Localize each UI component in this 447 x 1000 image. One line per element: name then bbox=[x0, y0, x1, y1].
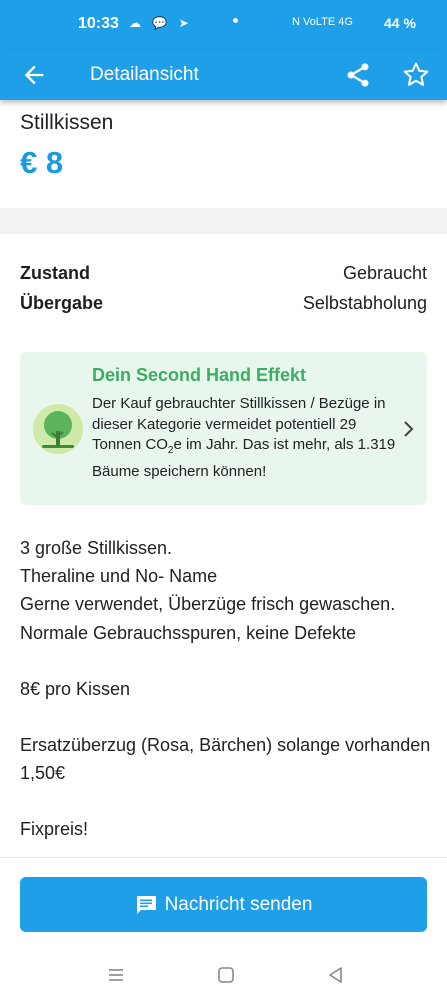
item-price: € 8 bbox=[20, 145, 64, 180]
description-paragraph: 8€ pro Kissen bbox=[20, 678, 131, 699]
share-icon[interactable] bbox=[344, 61, 372, 89]
send-message-button[interactable]: Nachricht senden bbox=[20, 877, 427, 932]
send-message-label: Nachricht senden bbox=[164, 893, 313, 915]
app-bar: Detailansicht bbox=[0, 50, 447, 100]
home-icon[interactable] bbox=[216, 965, 236, 985]
detail-value: Gebraucht bbox=[342, 263, 427, 283]
back-nav-icon[interactable] bbox=[326, 965, 346, 985]
description-paragraph: Fixpreis! bbox=[20, 819, 89, 840]
star-outline-icon[interactable] bbox=[401, 60, 431, 90]
recent-apps-icon[interactable] bbox=[106, 965, 126, 985]
detail-value: Selbstabholung bbox=[302, 293, 427, 313]
tree-icon bbox=[33, 404, 83, 454]
second-hand-effect-card[interactable]: Dein Second Hand Effekt Der Kauf gebrauc… bbox=[20, 352, 427, 505]
section-divider bbox=[0, 208, 447, 234]
detail-label: Übergabe bbox=[20, 293, 104, 313]
effect-text: Der Kauf gebrauchter Stillkissen / Bezüg… bbox=[92, 394, 397, 482]
effect-title: Dein Second Hand Effekt bbox=[92, 365, 307, 385]
chevron-right-icon bbox=[404, 421, 414, 437]
status-time: 10:33 bbox=[78, 15, 119, 32]
notification-dot-icon bbox=[233, 18, 238, 23]
notification-icons: ☁ 💬 ➤ bbox=[129, 16, 193, 30]
system-nav-bar bbox=[0, 957, 447, 1000]
message-icon bbox=[136, 895, 156, 914]
signal-icons: N VoLTE 4G bbox=[292, 16, 353, 28]
detail-label: Zustand bbox=[20, 263, 90, 283]
description-paragraph: 3 große Stillkissen. Theraline und No- N… bbox=[20, 538, 396, 643]
description-paragraph: Ersatzüberzug (Rosa, Bärchen) solange vo… bbox=[20, 735, 436, 784]
status-bar: 10:33 ☁ 💬 ➤ N VoLTE 4G 44 % bbox=[0, 0, 447, 50]
bottom-action-bar: Nachricht senden bbox=[0, 857, 447, 957]
page-title: Detailansicht bbox=[90, 64, 199, 85]
arrow-left-icon[interactable] bbox=[20, 61, 48, 89]
item-description: 3 große Stillkissen. Theraline und No- N… bbox=[20, 534, 435, 844]
battery-level: 44 % bbox=[384, 15, 416, 31]
item-title: Stillkissen bbox=[20, 111, 114, 134]
